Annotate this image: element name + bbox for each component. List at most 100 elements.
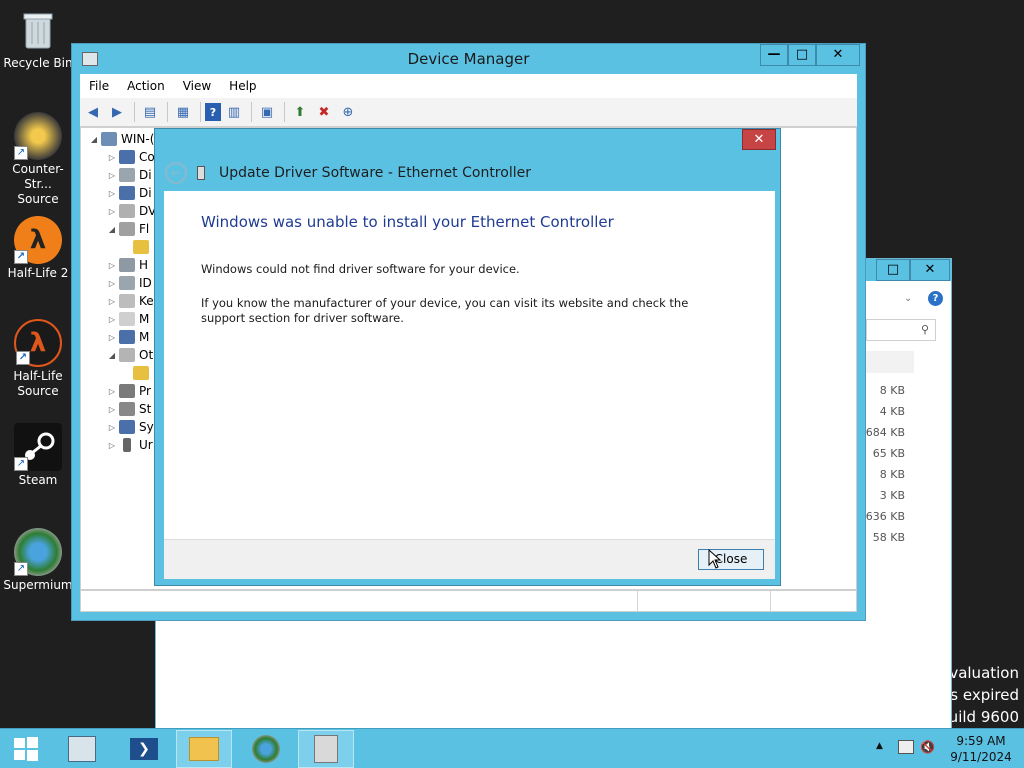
steam-icon: ↗ [14,423,62,471]
mouse-cursor-icon [708,549,722,569]
expand-icon[interactable]: ▷ [105,333,119,342]
maximize-button[interactable]: □ [788,44,816,66]
windows-logo-icon [14,737,38,761]
storage-controller-icon [119,402,135,416]
collapse-icon[interactable]: ◢ [105,225,119,234]
expand-icon[interactable]: ▷ [105,261,119,270]
action-pane-icon[interactable]: ▥ [223,101,245,123]
collapse-icon[interactable]: ◢ [105,351,119,360]
expand-icon[interactable]: ▷ [105,423,119,432]
expand-icon[interactable]: ▷ [105,297,119,306]
tree-item[interactable]: ▷ DV [105,202,156,220]
close-button[interactable]: ✕ [816,44,860,66]
desktop-icon-counter-strike-source[interactable]: ↗ Counter-Str... Source [2,112,74,207]
shortcut-arrow-icon: ↗ [14,250,28,264]
dialog-header: ← Update Driver Software - Ethernet Cont… [165,161,531,185]
help-icon[interactable]: ? [205,103,221,121]
expand-icon[interactable]: ▷ [105,279,119,288]
device-manager-icon [314,735,338,763]
expand-icon[interactable]: ▷ [105,387,119,396]
tree-item[interactable]: ▷ M [105,310,149,328]
desktop-icon-label: Half-Life 2 [7,266,69,280]
uninstall-device-icon[interactable]: ✖ [313,101,335,123]
folder-icon [189,737,219,761]
expand-icon[interactable]: ▷ [105,315,119,324]
dvd-drive-icon [119,204,135,218]
desktop-icon-steam[interactable]: ↗ Steam [2,423,74,488]
menu-help[interactable]: Help [220,79,265,93]
column-header[interactable] [866,351,914,373]
back-arrow-icon[interactable]: ← [165,162,187,184]
tree-item[interactable]: ◢ Fl [105,220,149,238]
tree-item[interactable]: ▷ Sy [105,418,154,436]
tree-root[interactable]: ◢ WIN-( [87,130,154,148]
warning-device-icon [133,240,149,254]
search-input[interactable]: ⚲ [866,319,936,341]
taskbar-server-manager[interactable] [54,730,110,768]
scan-hardware-icon[interactable]: ▣ [256,101,278,123]
toolbar-separator [167,102,168,122]
forward-arrow-icon[interactable]: ▶ [106,101,128,123]
powershell-icon: ❯ [130,738,158,760]
collapse-icon[interactable]: ◢ [87,135,101,144]
tree-item[interactable]: ▷ H [105,256,148,274]
tree-item[interactable]: ◢ Ot [105,346,153,364]
toolbar: ◀ ▶ ▤ ▦ ? ▥ ▣ ⬆ ✖ ⊕ [80,98,857,127]
taskbar-supermium[interactable] [238,730,294,768]
help-icon[interactable]: ? [928,291,943,306]
clock[interactable]: 9:59 AM 9/11/2024 [946,733,1016,765]
desktop-icon-label: Counter-Str... Source [12,162,64,206]
properties-icon[interactable]: ▦ [172,101,194,123]
tree-item[interactable]: ▷ Di [105,166,152,184]
tree-item[interactable] [133,238,153,256]
tree-item[interactable]: ▷ Co [105,148,155,166]
menu-bar: File Action View Help [80,74,857,98]
back-arrow-icon[interactable]: ◀ [82,101,104,123]
close-button[interactable]: ✕ [910,259,950,281]
menu-action[interactable]: Action [118,79,174,93]
tree-item[interactable]: ▷ Ke [105,292,154,310]
expand-icon[interactable]: ▷ [105,171,119,180]
expand-icon[interactable]: ▷ [105,405,119,414]
desktop-icon-half-life-source[interactable]: λ ↗ Half-Life Source [2,319,74,399]
taskbar-file-explorer[interactable] [176,730,232,768]
desktop-icon-label: Half-Life Source [13,369,63,398]
desktop-icon-supermium[interactable]: ↗ Supermium [2,528,74,593]
desktop-icon-half-life-2[interactable]: λ ↗ Half-Life 2 [2,216,74,281]
update-driver-icon[interactable]: ⬆ [289,101,311,123]
update-driver-dialog[interactable]: ✕ ← Update Driver Software - Ethernet Co… [154,128,781,586]
network-status-icon[interactable] [898,740,914,754]
tree-item[interactable]: ▷ St [105,400,151,418]
expand-icon[interactable]: ▷ [105,189,119,198]
shortcut-arrow-icon: ↗ [14,562,28,576]
add-legacy-hardware-icon[interactable]: ⊕ [337,101,359,123]
dialog-close-x-button[interactable]: ✕ [742,129,776,150]
menu-view[interactable]: View [174,79,220,93]
status-pane [638,591,771,611]
chevron-down-icon[interactable]: ⌄ [904,293,912,304]
supermium-icon: ↗ [14,528,62,576]
show-hide-console-tree-icon[interactable]: ▤ [139,101,161,123]
tree-item[interactable]: ▷ Di [105,184,152,202]
half-life-2-icon: λ ↗ [14,216,62,264]
dialog-title: Update Driver Software - Ethernet Contro… [219,165,531,181]
minimize-button[interactable]: — [760,44,788,66]
expand-icon[interactable]: ▷ [105,441,119,450]
maximize-button[interactable]: □ [876,259,910,281]
volume-muted-icon[interactable]: 🔇 [920,740,935,754]
expand-icon[interactable]: ▷ [105,153,119,162]
tree-item[interactable] [133,364,153,382]
tree-item[interactable]: ▷ ID [105,274,152,292]
processor-icon [119,384,135,398]
start-button[interactable] [0,730,52,768]
expand-icon[interactable]: ▷ [105,207,119,216]
tree-item[interactable]: ▷ M [105,328,149,346]
ethernet-device-icon [197,166,205,180]
tree-item[interactable]: ▷ Ur [105,436,153,454]
taskbar-powershell[interactable]: ❯ [116,730,172,768]
show-hidden-icons-chevron-icon[interactable]: ▲ [876,741,883,751]
menu-file[interactable]: File [80,79,118,93]
taskbar-device-manager[interactable] [298,730,354,768]
tree-item[interactable]: ▷ Pr [105,382,151,400]
desktop-icon-recycle-bin[interactable]: Recycle Bin [2,6,74,71]
